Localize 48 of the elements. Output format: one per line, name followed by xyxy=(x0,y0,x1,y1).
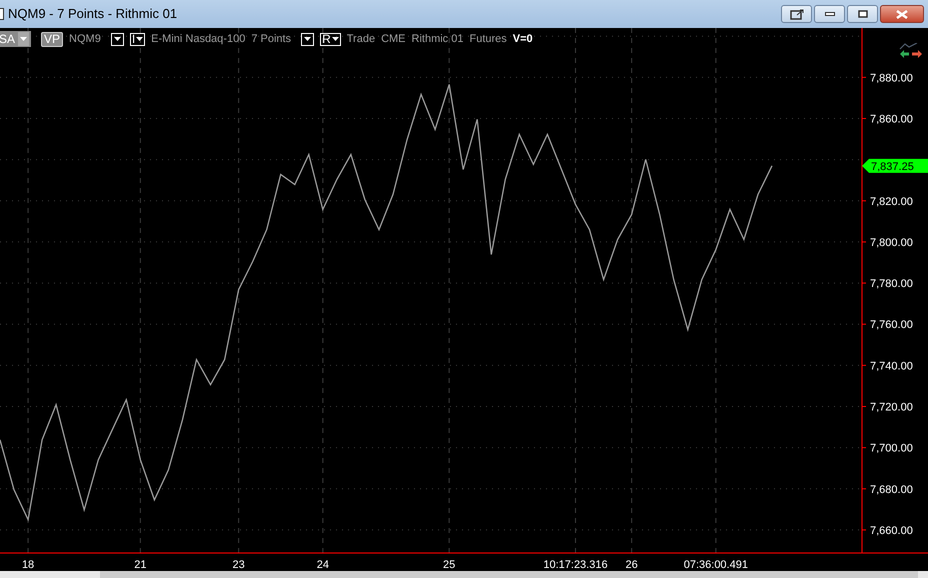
price-label: 7,700.00 xyxy=(870,442,913,455)
price-label: 7,740.00 xyxy=(870,360,913,372)
price-label: 7,800.00 xyxy=(870,236,913,249)
instrument-label: Futures xyxy=(469,32,507,47)
instrument-label: NQM9 xyxy=(69,32,101,47)
maximize-icon xyxy=(858,10,868,18)
price-label: 7,720.00 xyxy=(870,402,913,414)
last-price-tag: 7,837.25 xyxy=(862,158,928,173)
time-label: 07:36:00.491 xyxy=(684,559,748,571)
price-label: 7,660.00 xyxy=(870,524,913,537)
dropdown-button[interactable] xyxy=(301,32,314,46)
caret-icon xyxy=(304,37,312,41)
minimize-button[interactable] xyxy=(814,5,845,23)
caret-icon xyxy=(20,37,28,41)
time-label: 18 xyxy=(22,559,34,571)
instrument-label: 7 Points xyxy=(251,32,292,47)
window-title: NQM9 - 7 Points - Rithmic 01 xyxy=(8,5,178,24)
line-with-arrows-icon xyxy=(899,43,923,59)
price-label: 7,680.00 xyxy=(870,484,913,496)
price-label: 7,860.00 xyxy=(870,114,913,126)
menu-button[interactable]: I xyxy=(130,32,146,46)
window-icon xyxy=(0,8,4,20)
price-label: 7,880.00 xyxy=(870,72,913,84)
close-button[interactable] xyxy=(880,5,924,23)
time-label: 21 xyxy=(134,559,146,571)
time-label: 24 xyxy=(316,559,329,571)
instrument-label: Trade xyxy=(346,32,376,47)
caret-icon xyxy=(136,37,144,41)
instrument-label: Rithmic 01 xyxy=(412,32,464,47)
instrument-label: CME xyxy=(381,32,406,47)
caret-icon xyxy=(332,37,339,41)
minimize-icon xyxy=(824,12,834,16)
time-label: 10:17:23.316 xyxy=(543,559,608,571)
maximize-button[interactable] xyxy=(847,5,878,23)
time-label: 25 xyxy=(443,559,456,571)
volume-label: V=0 xyxy=(512,32,533,47)
time-label: 26 xyxy=(626,559,638,571)
price-label: 7,780.00 xyxy=(870,278,913,290)
dropdown-button[interactable] xyxy=(110,32,124,46)
close-icon xyxy=(896,10,908,18)
menu-button[interactable]: R xyxy=(320,32,341,46)
price-label: 7,760.00 xyxy=(870,319,913,332)
caret-icon xyxy=(114,37,121,41)
pop-out-button[interactable] xyxy=(781,5,812,23)
instrument-label: E-Mini Nasdaq-100 xyxy=(151,32,246,47)
price-label: 7,820.00 xyxy=(870,196,913,208)
pop-out-icon xyxy=(790,8,804,20)
time-label: 23 xyxy=(232,559,245,571)
